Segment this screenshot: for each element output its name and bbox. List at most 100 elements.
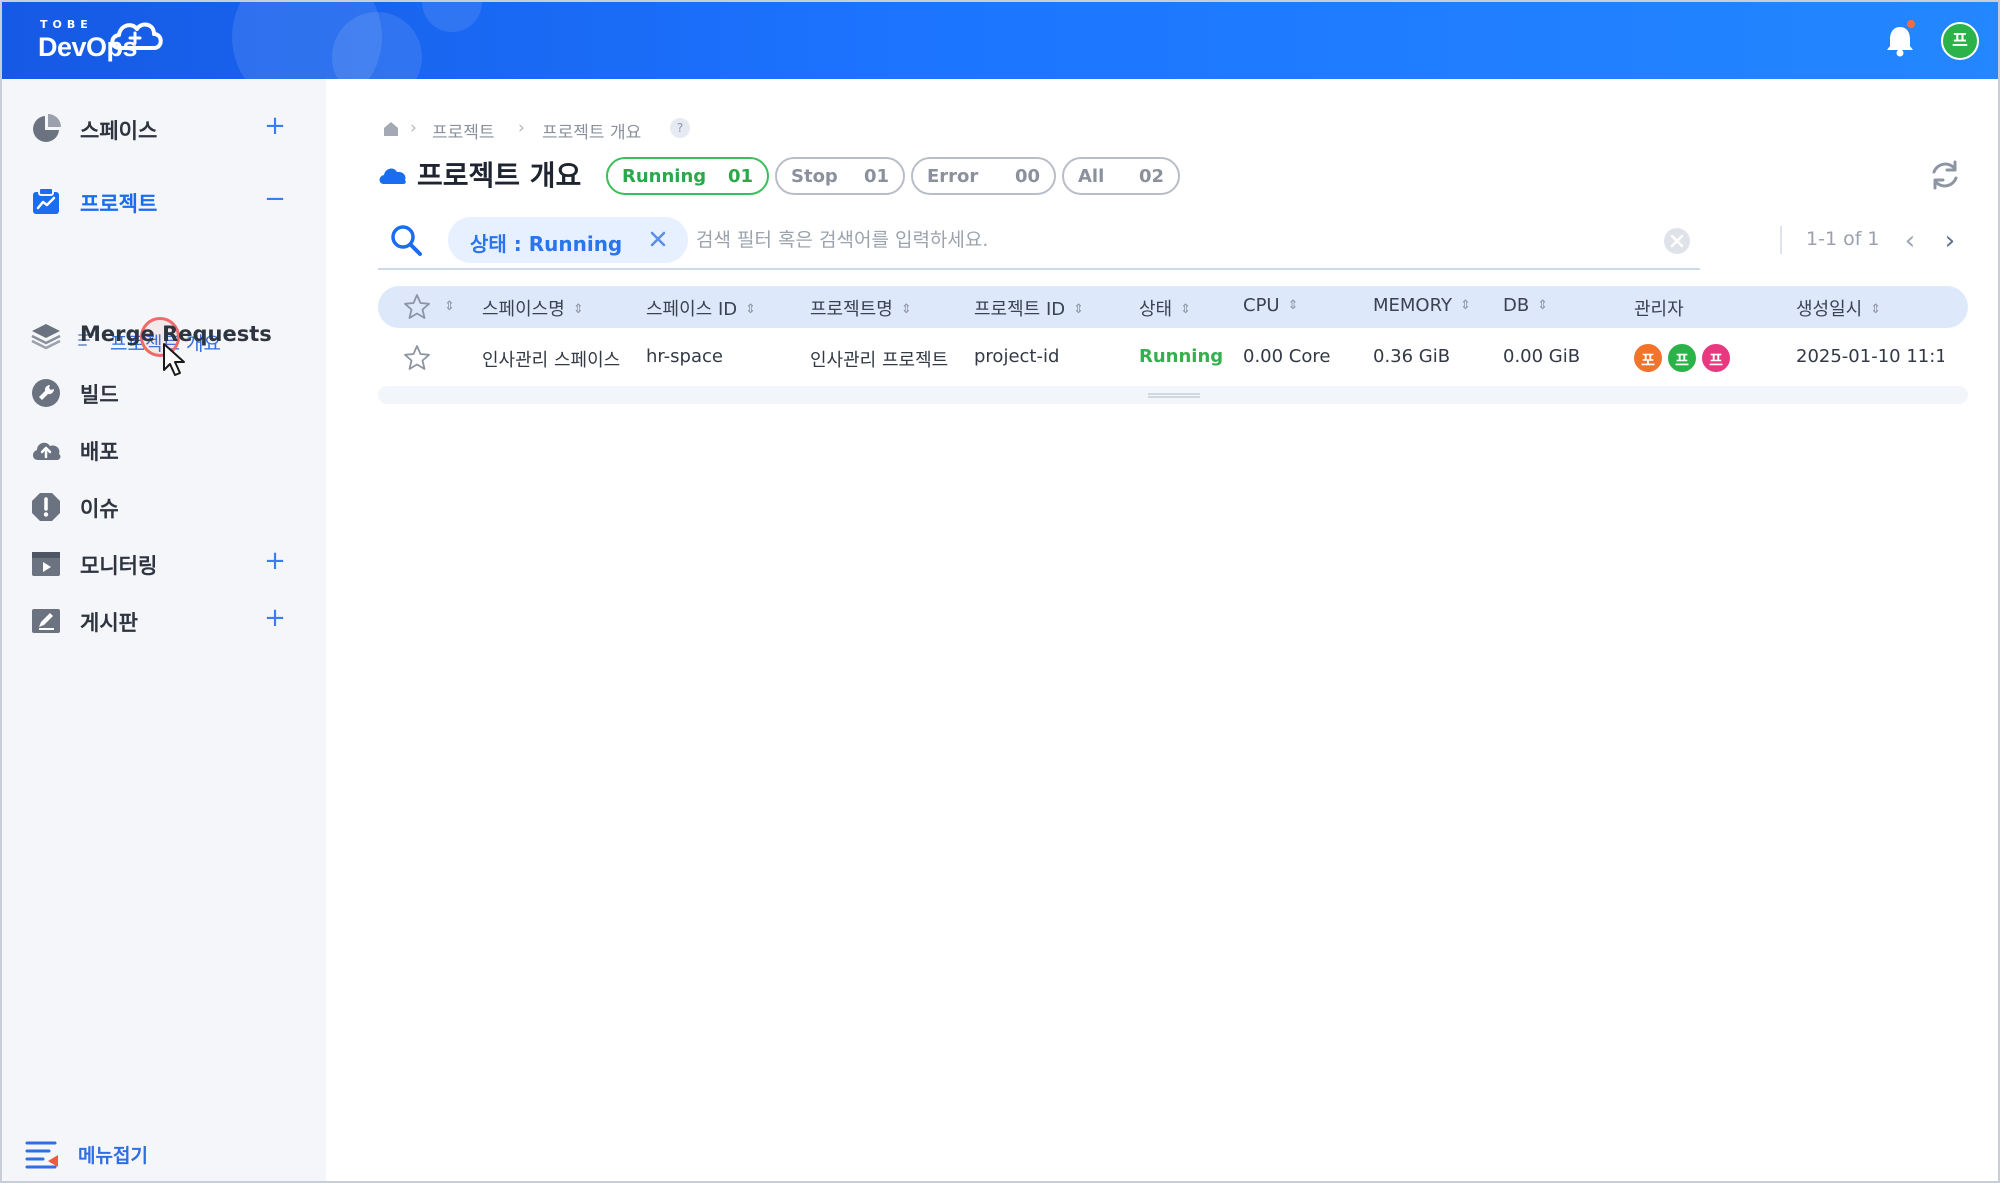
breadcrumb-item: 프로젝트 개요	[542, 123, 642, 143]
table-header: ⇕ 스페이스명 ⇕ 스페이스 ID ⇕ 프로젝트명 ⇕ 프로젝트 ID ⇕ 상태 ⇕ CP…	[378, 286, 1968, 328]
previous-page-button[interactable]: ‹	[1896, 224, 1924, 258]
sidebar-item-label: 프로젝트	[80, 192, 158, 216]
column-header-label: 스페이스 ID	[646, 299, 738, 320]
sidebar-item-merge-requests[interactable]: Merge Requests	[2, 308, 326, 364]
filter-count: 02	[1138, 166, 1164, 187]
column-header-created[interactable]: 생성일시 ⇕	[1796, 295, 1881, 321]
logo-tobe-text: TOBE	[40, 18, 93, 31]
status-filter-chip[interactable]: 상태 : Running	[448, 217, 688, 263]
search-input[interactable]	[696, 224, 1596, 256]
add-board-button[interactable]: +	[260, 603, 290, 633]
column-header-db[interactable]: DB ⇕	[1503, 295, 1548, 316]
sort-icon[interactable]: ⇕	[1180, 302, 1191, 317]
sort-icon[interactable]: ⇕	[1288, 298, 1299, 313]
sidebar-item-label: 스페이스	[80, 119, 158, 143]
filter-stop-pill[interactable]: Stop 01	[775, 157, 905, 195]
sort-icon[interactable]: ⇕	[1073, 302, 1084, 317]
cloud-icon	[379, 168, 406, 184]
column-header-label: DB	[1503, 295, 1530, 316]
cell-status: Running	[1139, 346, 1224, 367]
filter-chip-label: 상태 : Running	[470, 232, 623, 256]
filter-label: Error	[927, 166, 979, 187]
add-monitoring-button[interactable]: +	[260, 546, 290, 576]
sort-icon[interactable]: ⇕	[1870, 302, 1881, 317]
favorite-star-icon[interactable]	[402, 343, 432, 373]
collapse-project-button[interactable]: −	[260, 184, 290, 214]
pie-chart-icon	[33, 114, 61, 142]
menu-collapse-icon	[25, 1141, 58, 1169]
search-icon[interactable]	[388, 222, 424, 258]
cell-memory: 0.36 GiB	[1373, 346, 1451, 367]
table-row[interactable]: 인사관리 스페이스 hr-space 인사관리 프로젝트 project-id …	[378, 336, 1968, 380]
column-header-memory[interactable]: MEMORY ⇕	[1373, 295, 1471, 316]
column-header-cpu[interactable]: CPU ⇕	[1243, 295, 1299, 316]
sort-icon[interactable]: ⇕	[901, 302, 912, 317]
top-header: TOBE DevOps 프	[2, 2, 1998, 79]
page-title: 프로젝트 개요	[417, 159, 582, 192]
clear-search-icon[interactable]	[1664, 228, 1690, 254]
manager-avatar[interactable]: 포	[1632, 342, 1664, 374]
column-header-status[interactable]: 상태 ⇕	[1139, 295, 1191, 321]
cell-cpu: 0.00 Core	[1243, 346, 1331, 367]
cell-space-id: hr-space	[646, 346, 723, 367]
cloud-upload-icon	[32, 442, 61, 460]
home-icon[interactable]	[382, 120, 400, 138]
filter-label: Stop	[791, 166, 838, 187]
cell-db: 0.00 GiB	[1503, 346, 1581, 367]
column-header-label: 관리자	[1634, 299, 1684, 320]
collapse-menu-button[interactable]: 메뉴접기	[24, 1135, 284, 1171]
add-space-button[interactable]: +	[260, 111, 290, 141]
board-edit-icon	[32, 609, 60, 633]
manager-avatar[interactable]: 프	[1700, 342, 1732, 374]
filter-error-pill[interactable]: Error 00	[911, 157, 1056, 195]
sidebar-item-board[interactable]: 게시판 +	[2, 593, 326, 649]
filter-running-pill[interactable]: Running 01	[606, 157, 769, 195]
header-decoration	[422, 2, 482, 32]
project-chart-icon	[33, 187, 59, 214]
help-icon[interactable]: ?	[670, 118, 690, 138]
layers-icon	[31, 324, 61, 350]
notification-badge	[1907, 20, 1915, 28]
sidebar-item-space[interactable]: 스페이스 +	[2, 101, 326, 157]
column-header-label: 프로젝트 ID	[974, 299, 1066, 320]
star-icon[interactable]	[402, 292, 432, 322]
sort-icon[interactable]: ⇕	[745, 302, 756, 317]
column-header-label: 생성일시	[1796, 299, 1863, 320]
filter-all-pill[interactable]: All 02	[1062, 157, 1180, 195]
sort-icon[interactable]: ⇕	[1537, 298, 1548, 313]
manager-avatar[interactable]: 프	[1666, 342, 1698, 374]
sort-icon[interactable]: ⇕	[573, 302, 584, 317]
sidebar-item-label: 게시판	[80, 611, 138, 635]
sidebar-item-build[interactable]: 빌드	[2, 365, 326, 421]
table-resize-bar[interactable]	[378, 386, 1968, 404]
sidebar-item-project[interactable]: 프로젝트 −	[2, 174, 326, 230]
notification-bell-icon[interactable]	[1884, 24, 1916, 58]
next-page-button[interactable]: ›	[1936, 224, 1964, 258]
filter-count: 00	[1014, 166, 1040, 187]
sidebar-item-deploy[interactable]: 배포	[2, 422, 326, 478]
cell-created: 2025-01-10 11:18	[1796, 346, 1944, 367]
cell-space-name: 인사관리 스페이스	[482, 350, 621, 371]
sort-icon[interactable]: ⇕	[1460, 298, 1471, 313]
app-frame: TOBE DevOps 프 스페이스 + 프로젝트 − 프로젝트 개요 Merg…	[0, 0, 2000, 1183]
refresh-icon[interactable]	[1928, 158, 1962, 192]
cell-project-name[interactable]: 인사관리 프로젝트	[810, 346, 948, 372]
sidebar-item-monitoring[interactable]: 모니터링 +	[2, 536, 326, 592]
remove-filter-icon[interactable]	[646, 227, 670, 251]
column-header-project-name[interactable]: 프로젝트명 ⇕	[810, 295, 912, 321]
resize-handle[interactable]	[1148, 393, 1200, 398]
sidebar-item-label: 모니터링	[80, 554, 158, 578]
column-header-project-id[interactable]: 프로젝트 ID ⇕	[974, 295, 1084, 321]
breadcrumb-item[interactable]: 프로젝트	[432, 118, 495, 143]
pagination-info: 1-1 of 1	[1806, 228, 1880, 250]
column-header-space-id[interactable]: 스페이스 ID ⇕	[646, 295, 756, 321]
user-avatar[interactable]: 프	[1941, 22, 1979, 60]
column-header-label: 스페이스명	[482, 299, 565, 320]
collapse-menu-label: 메뉴접기	[78, 1145, 148, 1167]
sidebar-item-label: 배포	[80, 440, 119, 464]
alert-icon	[32, 493, 60, 521]
sidebar-item-issue[interactable]: 이슈	[2, 479, 326, 535]
devops-logo[interactable]: TOBE DevOps	[38, 14, 168, 66]
sort-icon[interactable]: ⇕	[444, 299, 455, 314]
column-header-space-name[interactable]: 스페이스명 ⇕	[482, 295, 584, 321]
